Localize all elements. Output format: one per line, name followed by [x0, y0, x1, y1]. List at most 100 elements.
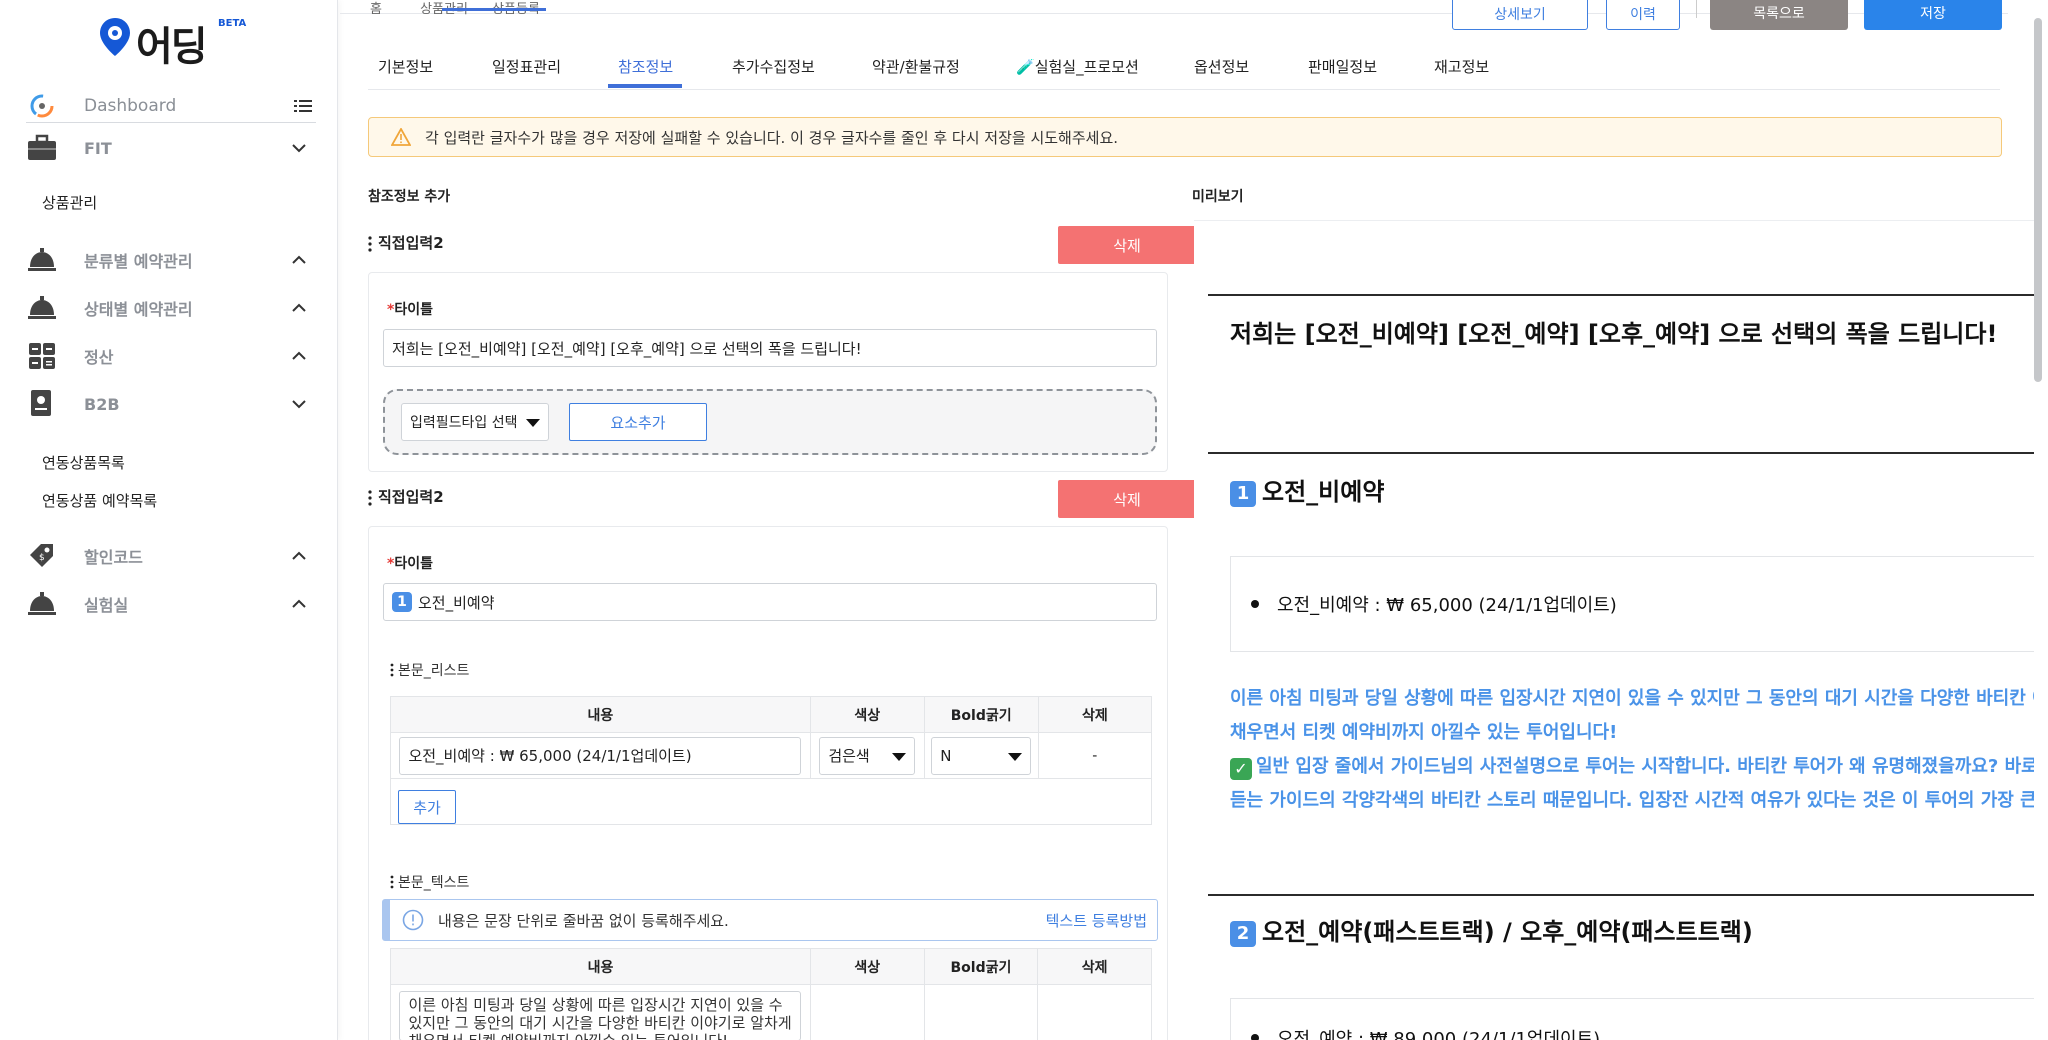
text-content-textarea[interactable]: 이른 아침 미팅과 당일 상황에 따른 입장시간 지연이 있을 수 있지만 그 …: [399, 991, 802, 1040]
sidebar-item-fit[interactable]: FIT: [26, 130, 316, 166]
tab-reference-info[interactable]: 참조정보: [618, 56, 673, 77]
breadcrumb-active-indicator: [442, 8, 546, 11]
warning-text: 각 입력란 글자수가 많을 경우 저장에 실패할 수 있습니다. 이 경우 글자…: [425, 128, 1119, 147]
drag-handle-icon[interactable]: [390, 875, 394, 889]
sidebar-label-fit: FIT: [84, 138, 112, 158]
tab-options[interactable]: 옵션정보: [1194, 56, 1249, 77]
sidebar-item-lab[interactable]: 실험실: [26, 586, 316, 622]
color-cell: 검은색: [809, 732, 925, 779]
col-delete: 삭제: [1037, 696, 1153, 733]
block1-title-label: *타이틀: [387, 302, 433, 318]
tab-sale-dates[interactable]: 판매일정보: [1308, 56, 1377, 77]
sidebar-label-b2b: B2B: [84, 394, 120, 414]
keycap-2-icon: 2: [1230, 921, 1256, 947]
tab-basic-info[interactable]: 기본정보: [378, 56, 433, 77]
field-type-select[interactable]: 입력필드타입 선택: [401, 403, 549, 441]
body-text-label: 본문_텍스트: [390, 872, 469, 892]
sidebar-item-dashboard[interactable]: Dashboard: [26, 88, 316, 124]
menu-list-icon[interactable]: [294, 97, 312, 115]
color-cell: [809, 984, 925, 1040]
preview-text-line-3: 일반 입장 줄에서 가이드님의 사전설명으로 투어는 시작합니다. 바티칸 투어…: [1256, 756, 2034, 777]
document-icon: [26, 388, 58, 420]
table-row: [390, 778, 1152, 825]
drag-handle-icon[interactable]: [368, 236, 372, 252]
sidebar-item-category-reservations[interactable]: 분류별 예약관리: [26, 242, 316, 278]
block2-title-input[interactable]: 1 오전_비예약: [383, 583, 1157, 621]
tab-lab-promotion[interactable]: 🧪실험실_프로모션: [1016, 56, 1139, 77]
color-select-value: 검은색: [828, 747, 870, 765]
detail-view-button[interactable]: 상세보기: [1452, 0, 1588, 30]
warning-banner: 각 입력란 글자수가 많을 경우 저장에 실패할 수 있습니다. 이 경우 글자…: [368, 117, 2002, 157]
element-add-area: 입력필드타입 선택 요소추가: [383, 389, 1157, 455]
drag-handle-icon[interactable]: [390, 663, 394, 677]
preview-list-item-text: 오전_비예약 : ₩ 65,000 (24/1/1업데이트): [1277, 595, 1617, 616]
page-scrollbar[interactable]: [2032, 0, 2044, 1040]
col-delete: 삭제: [1037, 948, 1152, 985]
block1-label: 직접입력2: [378, 234, 444, 252]
tab-schedule[interactable]: 일정표관리: [492, 56, 561, 77]
add-element-button[interactable]: 요소추가: [569, 403, 707, 441]
sidebar-item-settlement[interactable]: 정산: [26, 338, 316, 374]
list-add-button[interactable]: 추가: [398, 790, 456, 824]
calculator-icon: [26, 340, 58, 372]
preview-text-line: 듣는 가이드의 각양각색의 바티칸 스토리 때문입니다. 입장잔 시간적 여유가…: [1230, 790, 2034, 811]
bold-select[interactable]: N: [931, 736, 1032, 775]
tab-terms-refund[interactable]: 약관/환불규정: [872, 56, 960, 77]
save-button[interactable]: 저장: [1864, 0, 2002, 30]
brand-name: 어딩: [136, 24, 208, 70]
preview-text-line: ✓ 일반 입장 줄에서 가이드님의 사전설명으로 투어는 시작합니다. 바티칸 투…: [1230, 752, 2034, 780]
chevron-up-icon: [292, 351, 306, 360]
sidebar-label-category: 분류별 예약관리: [84, 252, 193, 271]
block1-delete-button[interactable]: 삭제: [1058, 226, 1196, 264]
sidebar-item-b2b[interactable]: B2B: [26, 386, 316, 422]
block2-delete-button[interactable]: 삭제: [1058, 480, 1196, 518]
text-guide-link[interactable]: 텍스트 등록방법: [1046, 910, 1147, 931]
preview-sub2-title: 오전_예약(패스트트랙) / 오후_예약(패스트트랙): [1262, 918, 1753, 946]
field-type-select-label: 입력필드타입 선택: [410, 415, 518, 431]
col-content: 내용: [390, 948, 811, 985]
history-button[interactable]: 이력: [1606, 0, 1680, 30]
color-select[interactable]: 검은색: [819, 736, 916, 775]
preview-rule: [1208, 452, 2034, 454]
tab-bar: 기본정보 일정표관리 참조정보 추가수집정보 약관/환불규정 🧪실험실_프로모션…: [368, 52, 2000, 90]
col-bold: Bold굵기: [923, 948, 1039, 985]
drag-handle-icon[interactable]: [368, 490, 372, 506]
row-delete-placeholder: -: [1092, 747, 1098, 764]
service-bell-icon: [26, 588, 58, 620]
active-tab-indicator: [608, 84, 682, 88]
bold-cell: [923, 984, 1039, 1040]
sidebar-label-lab: 실험실: [84, 596, 129, 615]
tab-extra-info[interactable]: 추가수집정보: [732, 56, 815, 77]
caret-down-icon: [1008, 752, 1023, 761]
tag-icon: $: [26, 540, 58, 572]
breadcrumb-home[interactable]: 홈: [370, 2, 382, 17]
preview-main-heading: 저희는 [오전_비예약] [오전_예약] [오후_예약] 으로 선택의 폭을 드…: [1230, 320, 1998, 348]
scrollbar-thumb[interactable]: [2034, 18, 2042, 382]
check-mark-icon: ✓: [1230, 758, 1252, 780]
block1-header: 직접입력2 삭제: [368, 226, 1196, 266]
list-content-input[interactable]: 오전_비예약 : ₩ 65,000 (24/1/1업데이트): [399, 736, 802, 775]
sidebar-item-discount-code[interactable]: $ 할인코드: [26, 538, 316, 574]
sidebar-subitem-linked-products[interactable]: 연동상품목록: [42, 452, 125, 473]
sidebar-subitem-linked-reservations[interactable]: 연동상품 예약목록: [42, 490, 157, 511]
preview-list-item: 오전_비예약 : ₩ 65,000 (24/1/1업데이트): [1251, 591, 1617, 617]
keycap-1-icon: 1: [1230, 481, 1256, 507]
preview-sub1-title: 오전_비예약: [1262, 478, 1385, 506]
chevron-up-icon: [292, 303, 306, 312]
chevron-up-icon: [292, 599, 306, 608]
bullet-dot: [1251, 1034, 1259, 1040]
back-to-list-button[interactable]: 목록으로: [1710, 0, 1848, 30]
tab-stock[interactable]: 재고정보: [1434, 56, 1489, 77]
block1-title-input[interactable]: 저희는 [오전_비예약] [오전_예약] [오후_예약] 으로 선택의 폭을 드…: [383, 329, 1157, 367]
body-list-label-text: 본문_리스트: [398, 663, 470, 679]
content-cell: 이른 아침 미팅과 당일 상황에 따른 입장시간 지연이 있을 수 있지만 그 …: [390, 984, 811, 1040]
sidebar-label-settlement: 정산: [84, 348, 114, 367]
sidebar-subitem-product-management[interactable]: 상품관리: [42, 192, 97, 213]
sidebar: 어딩 BETA Dashboard FIT 상품관리 분류별 예약관리 상태별 …: [0, 0, 338, 1040]
brand-logo[interactable]: 어딩 BETA: [98, 14, 258, 70]
briefcase-icon: [26, 132, 58, 164]
block2-title-label: *타이틀: [387, 556, 433, 572]
service-bell-icon: [26, 244, 58, 276]
sidebar-item-status-reservations[interactable]: 상태별 예약관리: [26, 290, 316, 326]
body-list-label: 본문_리스트: [390, 660, 469, 680]
